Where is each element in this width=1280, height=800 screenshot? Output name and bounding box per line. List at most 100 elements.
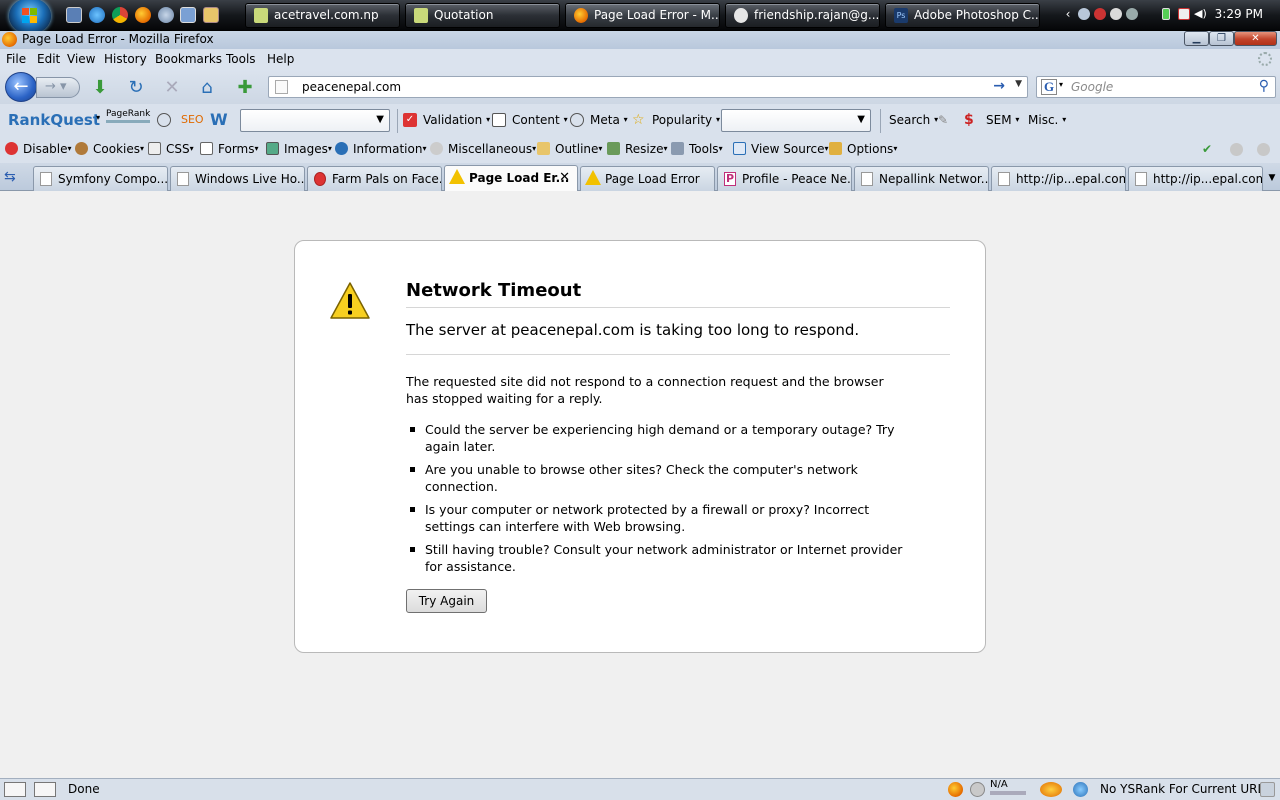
all-tabs-dropdown-icon[interactable]: ▼ — [1264, 166, 1280, 191]
battery-icon[interactable] — [1162, 8, 1170, 20]
restore-button[interactable]: ❐ — [1209, 31, 1234, 46]
tray-messenger-icon[interactable] — [1110, 8, 1122, 20]
tab-ip-peacenepal-1[interactable]: http://ip...epal.com — [991, 166, 1126, 191]
search-input[interactable]: Google — [1071, 80, 1113, 94]
back-button[interactable]: ← — [5, 72, 37, 102]
addon-sun-icon[interactable] — [1040, 782, 1062, 797]
rankquest-logo[interactable]: RankQuest — [8, 111, 100, 129]
task-quotation[interactable]: Quotation — [405, 3, 560, 28]
wd-miscellaneous-menu[interactable]: Miscellaneous▾ — [430, 142, 536, 156]
try-again-button[interactable]: Try Again — [406, 589, 487, 613]
add-bookmark-icon[interactable]: ✚ — [235, 78, 255, 98]
popularity-menu[interactable]: Popularity ▾ — [652, 113, 720, 127]
tray-chat-icon[interactable] — [1126, 8, 1138, 20]
firefox-addon-icon[interactable] — [948, 782, 963, 797]
wd-options-menu[interactable]: Options▾ — [829, 142, 897, 156]
rankquest-dropdown-icon[interactable]: ▾ — [96, 113, 100, 122]
reload-icon[interactable]: ↻ — [126, 78, 146, 98]
wd-forms-menu[interactable]: Forms▾ — [200, 142, 259, 156]
task-acetravel[interactable]: acetravel.com.np — [245, 3, 400, 28]
content-menu[interactable]: Content ▾ — [512, 113, 568, 127]
wd-css-menu[interactable]: CSS▾ — [148, 142, 194, 156]
messenger-icon[interactable] — [203, 7, 219, 23]
seo-button[interactable]: SEO — [181, 113, 204, 126]
google-engine-icon[interactable]: G — [1041, 79, 1057, 95]
show-desktop-icon[interactable] — [66, 7, 82, 23]
home-icon[interactable]: ⌂ — [197, 78, 217, 98]
tab-list-icon[interactable]: ⇆ — [4, 169, 16, 185]
addon-b-icon[interactable] — [970, 782, 985, 797]
wd-information-menu[interactable]: Information▾ — [335, 142, 426, 156]
rankquest-select-2[interactable]: ▼ — [721, 109, 871, 132]
check-icon[interactable]: ✔ — [1202, 142, 1212, 156]
wd-outline-menu[interactable]: Outline▾ — [537, 142, 602, 156]
tray-app-icon[interactable] — [1078, 8, 1090, 20]
menu-edit[interactable]: Edit — [37, 52, 60, 66]
wd-images-menu[interactable]: Images▾ — [266, 142, 332, 156]
meta-menu[interactable]: Meta ▾ — [590, 113, 628, 127]
minimize-button[interactable]: ▁ — [1184, 31, 1209, 46]
tab-nepallink[interactable]: Nepallink Networ... — [854, 166, 989, 191]
validation-menu[interactable]: Validation ▾ — [423, 113, 490, 127]
stop-icon[interactable]: ✕ — [162, 78, 182, 98]
magnifier-icon[interactable]: ⚲ — [1259, 78, 1269, 94]
sem-menu[interactable]: SEM ▾ — [986, 113, 1019, 127]
tab-page-load-error-active[interactable]: Page Load Er... ✕ — [444, 165, 578, 192]
internet-explorer-icon[interactable] — [89, 7, 105, 23]
close-window-button[interactable]: ✕ — [1234, 31, 1277, 46]
download-icon[interactable]: ⬇ — [90, 78, 110, 98]
task-firefox[interactable]: Page Load Error - M... — [565, 3, 720, 28]
url-bar[interactable]: peacenepal.com → ▼ — [268, 76, 1028, 98]
w-icon[interactable]: W — [210, 110, 228, 129]
tools-icon[interactable] — [157, 113, 171, 127]
search-menu[interactable]: Search ▾ — [889, 113, 938, 127]
tab-profile-peace[interactable]: P Profile - Peace Ne... — [717, 166, 852, 191]
misc-menu[interactable]: Misc. ▾ — [1028, 113, 1066, 127]
url-history-dropdown-icon[interactable]: ▼ — [1015, 79, 1022, 89]
task-messenger[interactable]: friendship.rajan@g... — [725, 3, 880, 28]
addon-corner-icon[interactable] — [1260, 782, 1275, 797]
switch-windows-icon[interactable] — [180, 7, 196, 23]
rankquest-select-1[interactable]: ▼ — [240, 109, 390, 132]
clock[interactable]: 3:29 PM — [1215, 7, 1263, 21]
status-toggle-icon[interactable] — [4, 782, 26, 797]
close-tab-icon[interactable]: ✕ — [559, 166, 570, 190]
task-photoshop[interactable]: Ps Adobe Photoshop C... — [885, 3, 1040, 28]
menu-bookmarks[interactable]: Bookmarks — [155, 52, 222, 66]
tab-page-load-error[interactable]: Page Load Error — [580, 166, 715, 191]
pagerank-indicator[interactable]: PageRank — [106, 108, 151, 123]
status-dot-icon[interactable] — [1230, 143, 1243, 156]
engine-dropdown-icon[interactable]: ▾ — [1059, 80, 1063, 89]
tab-windows-live[interactable]: Windows Live Ho... — [170, 166, 305, 191]
wd-view-source-menu[interactable]: View Source▾ — [733, 142, 829, 156]
forward-button[interactable]: → ▾ — [36, 77, 80, 98]
tab-farm-pals[interactable]: Farm Pals on Face... — [307, 166, 442, 191]
search-bar[interactable]: G ▾ Google ⚲ — [1036, 76, 1276, 98]
wd-cookies-menu[interactable]: Cookies▾ — [75, 142, 144, 156]
pen-icon[interactable]: ✎ — [938, 113, 952, 127]
status-dot-icon[interactable] — [1257, 143, 1270, 156]
show-hidden-icons-icon[interactable]: ‹ — [1062, 8, 1074, 20]
tab-ip-peacenepal-2[interactable]: http://ip...epal.com — [1128, 166, 1263, 191]
chrome-icon[interactable] — [112, 7, 128, 23]
menu-view[interactable]: View — [67, 52, 95, 66]
url-text[interactable]: peacenepal.com — [302, 80, 401, 94]
addon-globe-icon[interactable] — [1073, 782, 1088, 797]
menu-history[interactable]: History — [104, 52, 147, 66]
menu-help[interactable]: Help — [267, 52, 294, 66]
start-button[interactable] — [9, 0, 51, 34]
volume-icon[interactable]: ◀) — [1194, 8, 1207, 20]
firefox-icon[interactable] — [135, 7, 151, 23]
status-keyboard-icon[interactable] — [34, 782, 56, 797]
menu-tools[interactable]: Tools — [226, 52, 256, 66]
tray-network-warning-icon[interactable] — [1094, 8, 1106, 20]
wd-disable-menu[interactable]: Disable▾ — [5, 142, 72, 156]
menu-file[interactable]: File — [6, 52, 26, 66]
tab-symfony[interactable]: Symfony Compo... — [33, 166, 168, 191]
wd-tools-menu[interactable]: Tools▾ — [671, 142, 723, 156]
rankquest-toolbar: RankQuest ▾ PageRank SEO W ▼ ✓ Validatio… — [0, 104, 1280, 136]
go-arrow-icon[interactable]: → — [993, 78, 1005, 94]
wd-resize-menu[interactable]: Resize▾ — [607, 142, 667, 156]
network-icon[interactable] — [1178, 8, 1190, 20]
generic-app-icon[interactable] — [158, 7, 174, 23]
